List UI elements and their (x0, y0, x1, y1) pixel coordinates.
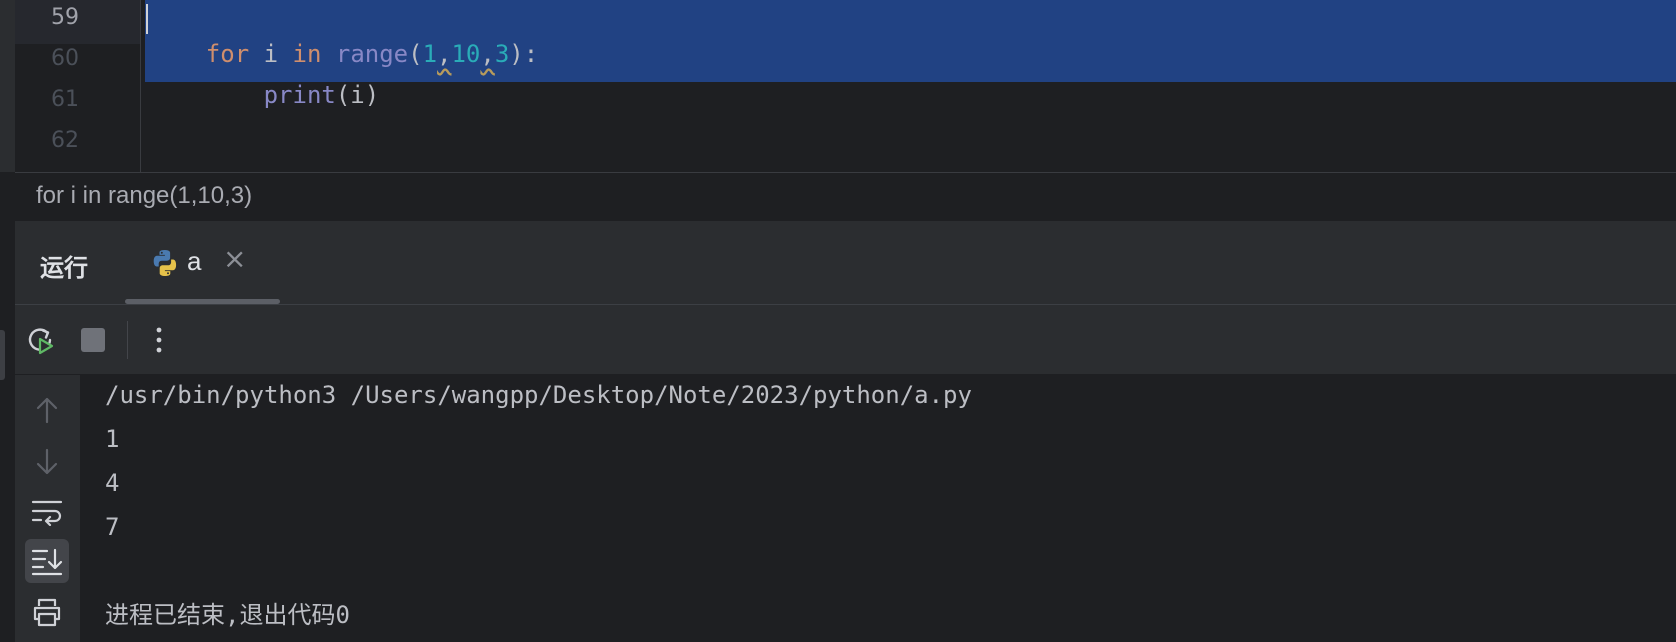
run-tool-window: 运行 a × /usr/bin/python3 /Users/wangpp/De… (15, 222, 1676, 642)
more-options-button[interactable] (139, 320, 179, 360)
code-token: (i) (335, 81, 380, 109)
console-line-output: 7 (105, 513, 120, 541)
breadcrumb-item[interactable]: for i in range(1,10,3) (36, 182, 252, 210)
scroll-to-end-icon (31, 548, 63, 576)
line-number: 62 (51, 128, 79, 153)
stop-button[interactable] (73, 320, 113, 360)
close-icon[interactable]: × (223, 242, 246, 275)
console-output[interactable]: /usr/bin/python3 /Users/wangpp/Desktop/N… (80, 375, 1676, 642)
soft-wrap-button[interactable] (25, 490, 69, 534)
code-line-59[interactable]: for i in range(1,10,3): (148, 0, 538, 68)
run-header: 运行 a × (15, 222, 1676, 304)
code-token-number: 3 (494, 40, 510, 68)
breadcrumb[interactable]: for i in range(1,10,3) (15, 173, 1676, 222)
navigate-down-button[interactable] (25, 440, 69, 484)
soft-wrap-icon (31, 500, 63, 526)
python-icon (153, 250, 177, 276)
console-line-command: /usr/bin/python3 /Users/wangpp/Desktop/N… (105, 381, 972, 409)
line-number: 60 (51, 46, 79, 71)
code-token-warning: , (437, 40, 452, 68)
stop-icon (81, 328, 105, 352)
code-token: ( (408, 40, 423, 68)
code-line-60[interactable]: print(i) (148, 41, 380, 109)
scroll-to-end-button[interactable] (25, 539, 69, 583)
editor-left-strip (0, 0, 16, 172)
rerun-button[interactable] (21, 320, 61, 360)
code-token-warning: , (480, 40, 495, 68)
code-token-builtin: print (263, 81, 336, 109)
console-line-exit-status: 进程已结束,退出代码0 (105, 601, 350, 629)
line-number: 61 (51, 87, 79, 112)
run-toolbar (15, 305, 1676, 375)
run-tab-label[interactable]: a (187, 246, 201, 277)
print-icon (33, 598, 61, 627)
code-token-indent (206, 81, 264, 109)
run-window-title: 运行 (40, 254, 88, 282)
arrow-up-icon (36, 397, 58, 424)
navigate-up-button[interactable] (25, 388, 69, 432)
print-button[interactable] (25, 590, 69, 634)
code-editor[interactable]: 59 60 61 62 for i in range(1,10,3): prin… (0, 0, 1676, 172)
more-vertical-icon (156, 327, 162, 353)
gutter-separator (140, 0, 141, 172)
code-token-number: 10 (451, 40, 481, 68)
left-edge-handle (0, 330, 5, 380)
rerun-icon (28, 328, 54, 355)
console-line-output: 4 (105, 469, 120, 497)
code-token: ): (509, 40, 539, 68)
line-number-current: 59 (15, 0, 140, 44)
arrow-down-icon (36, 448, 58, 475)
console-side-toolbar (15, 375, 80, 642)
code-token-number: 1 (422, 40, 438, 68)
toolbar-separator (127, 321, 128, 359)
run-tab-a[interactable] (125, 222, 280, 304)
console-line-output: 1 (105, 425, 120, 453)
